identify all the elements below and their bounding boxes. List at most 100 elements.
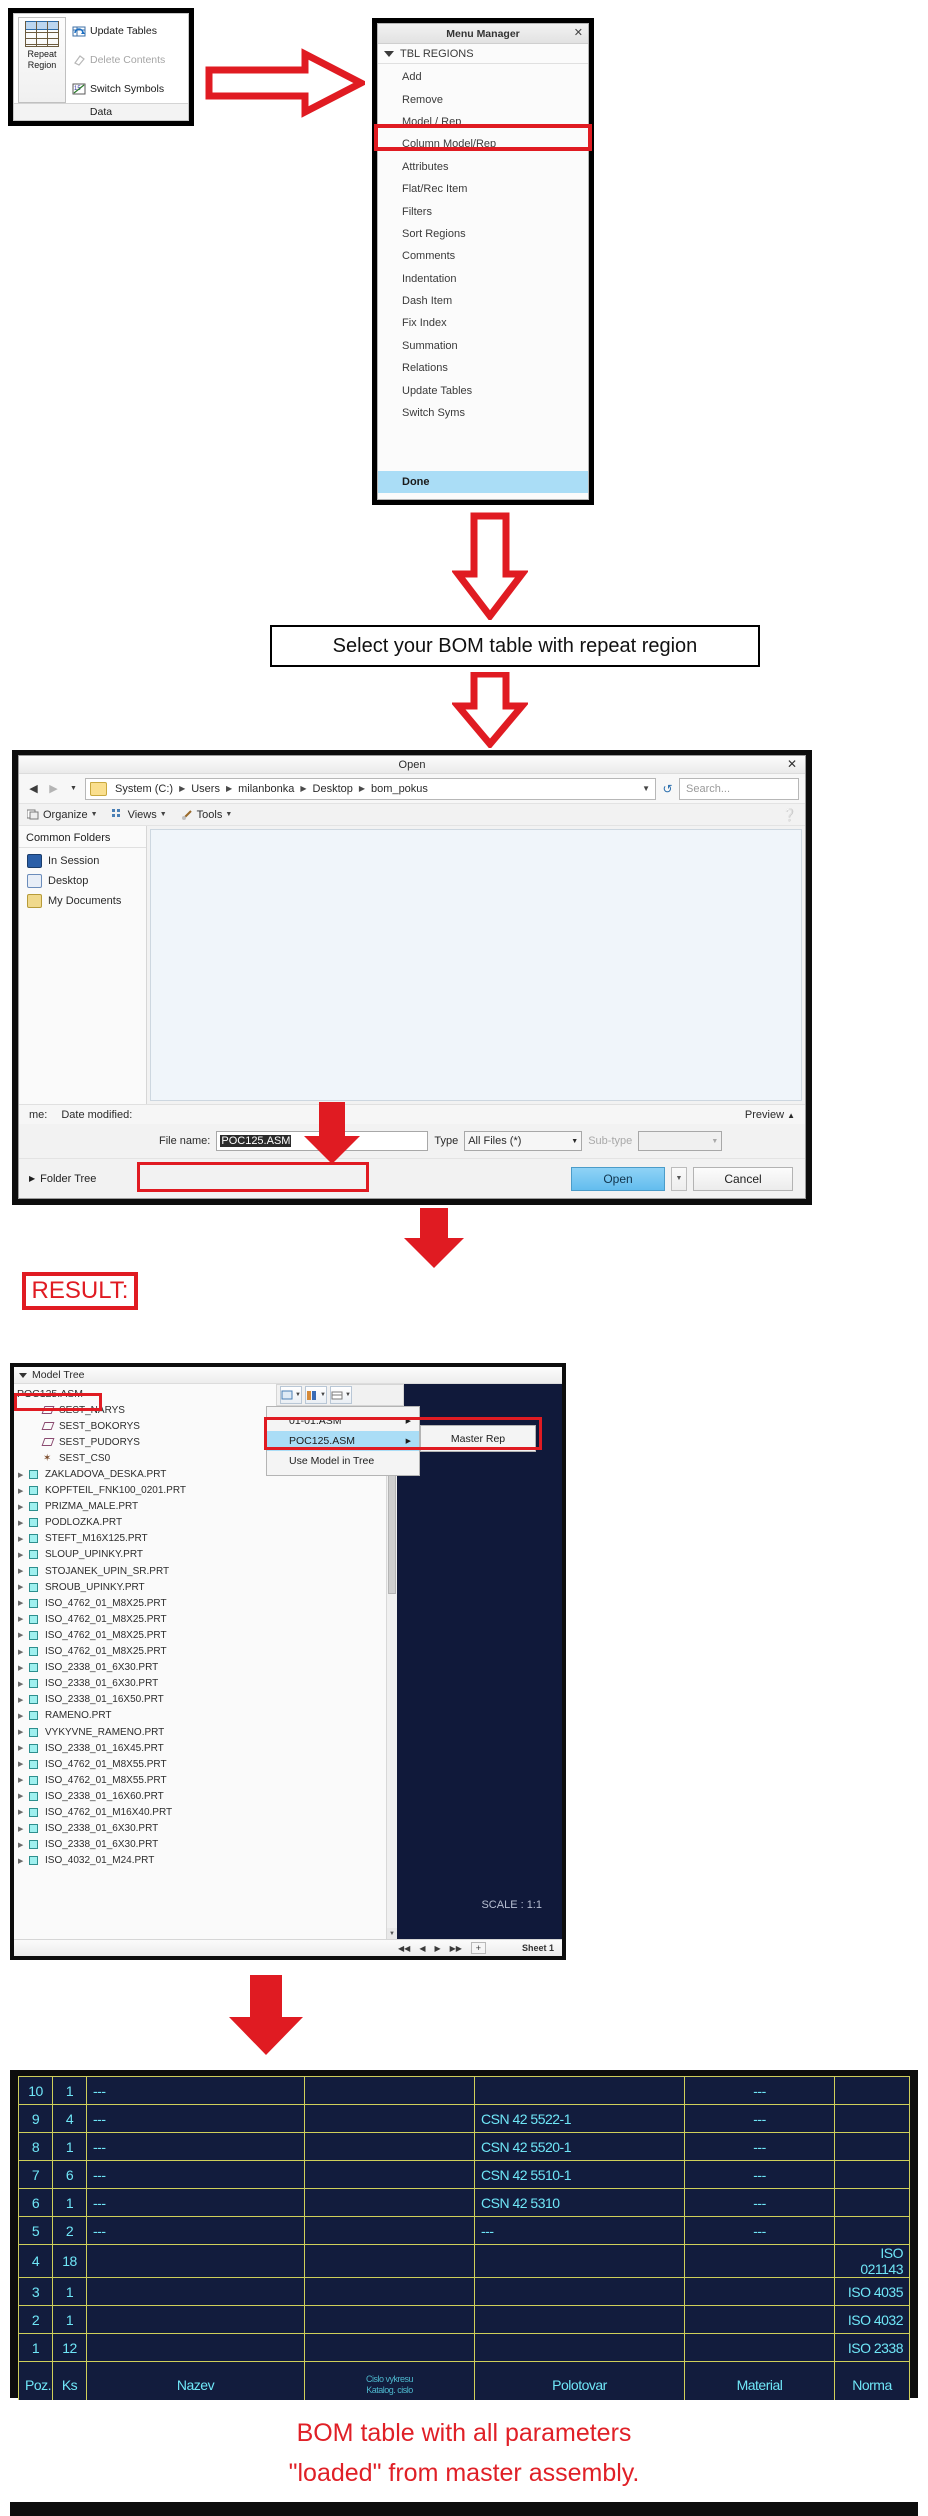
search-input[interactable]: Search...: [679, 777, 799, 800]
model-tree-header[interactable]: Model Tree: [14, 1367, 562, 1384]
subtype-select[interactable]: ▼: [638, 1131, 723, 1151]
close-icon[interactable]: ✕: [574, 27, 583, 39]
next-sheet-icon[interactable]: ▶: [434, 1944, 440, 1953]
expand-chevron-right-icon[interactable]: ▶: [18, 1583, 29, 1591]
preview-toggle[interactable]: Preview ▲: [745, 1109, 795, 1121]
breadcrumb-item-2[interactable]: milanbonka: [238, 783, 294, 795]
breadcrumb-item-0[interactable]: System (C:): [115, 783, 173, 795]
expand-chevron-right-icon[interactable]: ▶: [18, 1776, 29, 1784]
menu-item-column-model-rep[interactable]: Column Model/Rep: [378, 133, 588, 155]
expand-chevron-right-icon[interactable]: ▶: [18, 1615, 29, 1623]
model-tree-item[interactable]: ▶ ISO_2338_01_16X50.PRT: [14, 1692, 386, 1708]
model-tree-item[interactable]: ▶ ISO_4762_01_M8X25.PRT: [14, 1595, 386, 1611]
cancel-button[interactable]: Cancel: [693, 1166, 793, 1191]
model-tree-item[interactable]: ▶ ISO_2338_01_6X30.PRT: [14, 1676, 386, 1692]
expand-chevron-right-icon[interactable]: ▶: [18, 1792, 29, 1800]
menu-item-filters[interactable]: Filters: [378, 200, 588, 222]
sidebar-item-my-documents[interactable]: My Documents: [19, 891, 146, 911]
path-breadcrumb-bar[interactable]: System (C:) ▶ Users ▶ milanbonka ▶ Deskt…: [85, 777, 656, 800]
breadcrumb-chevron-down-icon[interactable]: ▼: [642, 784, 650, 793]
model-tree-item[interactable]: ▶ ISO_2338_01_6X30.PRT: [14, 1660, 386, 1676]
last-sheet-icon[interactable]: ▶▶: [450, 1944, 462, 1953]
expand-chevron-right-icon[interactable]: ▶: [18, 1744, 29, 1752]
scroll-down-icon[interactable]: ▼: [387, 1928, 397, 1939]
sidebar-item-in-session[interactable]: In Session: [19, 851, 146, 871]
model-tree-item[interactable]: ▶ PODLOZKA.PRT: [14, 1515, 386, 1531]
display-style-icon[interactable]: ▼: [280, 1386, 302, 1404]
model-tree-item[interactable]: ▶ VYKYVNE_RAMENO.PRT: [14, 1724, 386, 1740]
model-tree-item[interactable]: ▶ RAMENO.PRT: [14, 1708, 386, 1724]
menu-item-done[interactable]: Done: [378, 470, 588, 493]
type-select[interactable]: All Files (*) ▼: [464, 1131, 583, 1151]
model-tree-item[interactable]: ▶ ISO_2338_01_16X45.PRT: [14, 1740, 386, 1756]
sheet-nav-controls[interactable]: ◀◀ ◀ ▶ ▶▶ +: [398, 1942, 486, 1954]
model-tree-item[interactable]: ▶ ISO_4762_01_M8X25.PRT: [14, 1611, 386, 1627]
menu-item-add[interactable]: Add: [378, 66, 588, 88]
open-button[interactable]: Open: [571, 1166, 665, 1191]
forward-icon[interactable]: ▶: [45, 780, 62, 797]
model-tree-item[interactable]: ▶ ISO_2338_01_16X60.PRT: [14, 1788, 386, 1804]
breadcrumb-item-4[interactable]: bom_pokus: [371, 783, 428, 795]
expand-chevron-right-icon[interactable]: ▶: [18, 1503, 29, 1511]
model-tree-item[interactable]: ▶ SLOUP_UPINKY.PRT: [14, 1547, 386, 1563]
expand-chevron-right-icon[interactable]: ▶: [18, 1712, 29, 1720]
organize-menu[interactable]: Organize ▼: [26, 809, 98, 821]
add-sheet-icon[interactable]: +: [470, 1942, 486, 1954]
layers-icon[interactable]: ▼: [330, 1386, 352, 1404]
model-tree-item[interactable]: ▶ ISO_4762_01_M8X25.PRT: [14, 1627, 386, 1643]
expand-chevron-right-icon[interactable]: ▶: [18, 1599, 29, 1607]
refresh-icon[interactable]: ↺: [659, 782, 676, 796]
model-tree-item[interactable]: ▶ PRIZMA_MALE.PRT: [14, 1499, 386, 1515]
expand-chevron-right-icon[interactable]: ▶: [18, 1551, 29, 1559]
expand-chevron-right-icon[interactable]: ▶: [18, 1841, 29, 1849]
drawing-canvas[interactable]: SCALE : 1:1: [397, 1384, 562, 1939]
menu-item-switch-syms[interactable]: Switch Syms: [378, 402, 588, 424]
model-tree-item[interactable]: ▶ ISO_2338_01_6X30.PRT: [14, 1821, 386, 1837]
help-icon[interactable]: ❔: [782, 808, 797, 822]
menu-item-relations[interactable]: Relations: [378, 357, 588, 379]
expand-chevron-right-icon[interactable]: ▶: [18, 1487, 29, 1495]
model-tree-item[interactable]: ▶ ISO_4762_01_M8X55.PRT: [14, 1772, 386, 1788]
expand-chevron-right-icon[interactable]: ▶: [18, 1760, 29, 1768]
model-tree-item[interactable]: ▶ ISO_2338_01_6X30.PRT: [14, 1837, 386, 1853]
column-header-name[interactable]: me:: [29, 1109, 47, 1121]
first-sheet-icon[interactable]: ◀◀: [398, 1944, 410, 1953]
expand-chevron-right-icon[interactable]: ▶: [18, 1535, 29, 1543]
history-chevron-down-icon[interactable]: ▼: [65, 780, 82, 797]
menu-item-sort-regions[interactable]: Sort Regions: [378, 223, 588, 245]
sidebar-item-desktop[interactable]: Desktop: [19, 871, 146, 891]
column-header-date-modified[interactable]: Date modified:: [61, 1109, 132, 1121]
model-tree-item[interactable]: ▶ SROUB_UPINKY.PRT: [14, 1579, 386, 1595]
menu-item-indentation[interactable]: Indentation: [378, 268, 588, 290]
views-menu[interactable]: Views ▼: [111, 808, 167, 821]
model-tree-item[interactable]: ▶ ISO_4762_01_M8X25.PRT: [14, 1644, 386, 1660]
model-tree-item[interactable]: ▶ ISO_4032_01_M24.PRT: [14, 1853, 386, 1869]
menu-item-model-rep[interactable]: Model / Rep: [378, 111, 588, 133]
menu-item-flat-rec-item[interactable]: Flat/Rec Item: [378, 178, 588, 200]
model-tree-item[interactable]: ▶ KOPFTEIL_FNK100_0201.PRT: [14, 1483, 386, 1499]
menu-item-summation[interactable]: Summation: [378, 335, 588, 357]
expand-chevron-right-icon[interactable]: ▶: [18, 1631, 29, 1639]
menu-item-attributes[interactable]: Attributes: [378, 156, 588, 178]
view-manager-icon[interactable]: ▼: [305, 1386, 327, 1404]
expand-chevron-right-icon[interactable]: ▶: [18, 1808, 29, 1816]
expand-chevron-right-icon[interactable]: ▶: [18, 1857, 29, 1865]
expand-chevron-right-icon[interactable]: ▶: [18, 1519, 29, 1527]
model-tree-item[interactable]: ▶ STEFT_M16X125.PRT: [14, 1531, 386, 1547]
expand-chevron-right-icon[interactable]: ▶: [18, 1664, 29, 1672]
menu-item-dash-item[interactable]: Dash Item: [378, 290, 588, 312]
update-tables-button[interactable]: Update Tables: [71, 21, 184, 41]
breadcrumb-item-1[interactable]: Users: [191, 783, 220, 795]
model-tree-item[interactable]: ▶ STOJANEK_UPIN_SR.PRT: [14, 1563, 386, 1579]
prev-sheet-icon[interactable]: ◀: [419, 1944, 425, 1953]
menu-item-remove[interactable]: Remove: [378, 88, 588, 110]
model-tree-item[interactable]: ▶ ISO_4762_01_M16X40.PRT: [14, 1804, 386, 1820]
expand-chevron-right-icon[interactable]: ▶: [18, 1728, 29, 1736]
tbl-regions-section[interactable]: TBL REGIONS: [378, 44, 588, 64]
model-tree-item[interactable]: ▶ ISO_4762_01_M8X55.PRT: [14, 1756, 386, 1772]
close-icon[interactable]: ✕: [787, 757, 797, 771]
switch-symbols-button[interactable]: 15 Switch Symbols: [71, 79, 184, 99]
tools-menu[interactable]: Tools ▼: [181, 809, 232, 821]
expand-chevron-right-icon[interactable]: ▶: [18, 1696, 29, 1704]
menu-item-update-tables[interactable]: Update Tables: [378, 379, 588, 401]
